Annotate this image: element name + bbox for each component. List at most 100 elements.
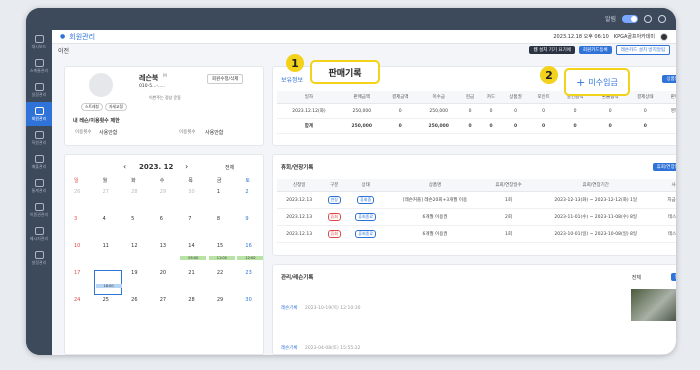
- event-bar[interactable]: 18:00: [95, 284, 122, 288]
- table-row[interactable]: 2023.12.12(화)250,0000250,0000000000영업주: [277, 103, 676, 119]
- table-cell: 2023.12.13: [277, 225, 322, 243]
- sidebar-item-schedule[interactable]: 스케줄관리: [26, 54, 52, 78]
- sub-header: 이전 웹 설치 기기 요기에 회원카드등록 레슨카드 설치 방지알림: [52, 44, 676, 56]
- calendar-day[interactable]: 30: [236, 297, 265, 322]
- calendar-day[interactable]: 18 18:00: [93, 270, 123, 295]
- next-month-icon[interactable]: ›: [185, 162, 188, 171]
- table-cell: 6개월 이용권: [384, 225, 486, 243]
- record-thumbnail[interactable]: [631, 289, 676, 321]
- calendar-day[interactable]: 28: [179, 297, 208, 322]
- table-row[interactable]: 2023.12.13 휴회 휴회종료 6개월 이용권 2회 2023-11-01(수) ~…: [277, 208, 676, 226]
- event-bar[interactable]: 12:00: [237, 256, 264, 260]
- field-2-select[interactable]: 사용안함: [205, 129, 223, 136]
- table-row[interactable]: 합계 250,000 0 250,000 0 0 0 0 0 0 0: [277, 118, 676, 134]
- calendar-day[interactable]: 27: [151, 297, 180, 322]
- calendar-day[interactable]: 24: [65, 297, 94, 322]
- table-cell: 0: [459, 103, 481, 119]
- calendar-day[interactable]: 22: [208, 270, 237, 295]
- event-bar[interactable]: 11:00: [208, 256, 235, 260]
- calendar-day[interactable]: 16 12:00: [236, 243, 265, 268]
- weekday-label: 토: [245, 178, 251, 184]
- notification-toggle[interactable]: [622, 14, 638, 23]
- calendar-day[interactable]: 1: [208, 189, 237, 214]
- plus-icon: +: [576, 75, 586, 89]
- calendar-day[interactable]: 6: [151, 216, 180, 241]
- calendar-day[interactable]: 10: [65, 243, 94, 268]
- calendar-day[interactable]: 28: [122, 189, 151, 214]
- sidebar-item-messages[interactable]: 메시지관리: [26, 222, 52, 246]
- header-center[interactable]: KPGA골프아카데미: [614, 33, 655, 40]
- lesson-card-button[interactable]: 레슨카드 설치 방지알림: [615, 45, 670, 55]
- calendar-day[interactable]: 30: [179, 189, 208, 214]
- sidebar-item-sales[interactable]: 매출관리: [26, 150, 52, 174]
- memo-text: 이번주는 정상 운동: [149, 95, 181, 100]
- calendar-day[interactable]: 2: [236, 189, 265, 214]
- sidebar-item-stats[interactable]: 통계관리: [26, 174, 52, 198]
- table-row[interactable]: 2023.12.13 연장 휴회중 [레슨커플] 레슨20회+3개월 이용 1회 2023…: [277, 191, 676, 209]
- calendar-day[interactable]: 27: [94, 189, 123, 214]
- calendar-day[interactable]: 11: [94, 243, 123, 268]
- dashboard-icon: [34, 34, 44, 43]
- sidebar-item-members[interactable]: 회원관리: [26, 102, 52, 126]
- table-row[interactable]: 2023.12.13 휴회 휴회종료 6개월 이용권 1회 2023-10-01(일) ~…: [277, 225, 676, 243]
- table-cell: 250,000: [417, 118, 460, 134]
- settings-icon[interactable]: [658, 14, 666, 23]
- calendar-day[interactable]: 29: [151, 189, 180, 214]
- web-install-button[interactable]: 웹 설치 기기 요기에: [529, 46, 575, 54]
- calendar-day[interactable]: 19: [122, 270, 151, 295]
- sidebar-item-settings[interactable]: 설정관리: [26, 246, 52, 270]
- table-cell: 0: [592, 118, 628, 134]
- calendar-day[interactable]: 26: [65, 189, 94, 214]
- avatar[interactable]: [660, 32, 668, 41]
- hold-col-1: 구분: [321, 179, 348, 192]
- field-1-select[interactable]: 사용안함: [99, 129, 117, 136]
- calendar-day[interactable]: 25: [94, 297, 123, 322]
- edit-member-button[interactable]: 회원수정/삭제: [207, 74, 244, 84]
- sales-tab[interactable]: 보유정보: [281, 75, 303, 84]
- calendar-day[interactable]: 7: [179, 216, 208, 241]
- calendar-day[interactable]: 13: [151, 243, 180, 268]
- calendar-day[interactable]: 4: [94, 216, 123, 241]
- calendar-day[interactable]: 8: [208, 216, 237, 241]
- callout-1-number: 1: [286, 54, 304, 72]
- calendar-day[interactable]: 26: [122, 297, 151, 322]
- user-icon[interactable]: [644, 14, 652, 23]
- sidebar-item-staff[interactable]: 직원관리: [26, 126, 52, 150]
- calendar-month: 2023. 12: [139, 163, 174, 171]
- calendar-day[interactable]: 21: [179, 270, 208, 295]
- sidebar-item-dashboard[interactable]: 대시보드: [26, 30, 52, 54]
- calendar-day[interactable]: 15 11:00: [208, 243, 237, 268]
- status-badge: 휴회중: [357, 196, 375, 204]
- calendar-day[interactable]: 3: [65, 216, 94, 241]
- calendar-day[interactable]: 17: [65, 270, 94, 295]
- back-link[interactable]: 이전: [58, 46, 69, 55]
- callout-2-number: 2: [540, 66, 558, 84]
- calendar-day[interactable]: 20: [151, 270, 180, 295]
- clipboard-icon: [34, 82, 44, 91]
- event-bar[interactable]: 05:00: [180, 256, 207, 260]
- calendar-day[interactable]: 12: [122, 243, 151, 268]
- profile-card: 레슨북 M 010-5...-..... 회원수정/삭제 이번주는 정상 운동 …: [64, 66, 264, 146]
- prev-month-icon[interactable]: ‹: [123, 162, 126, 171]
- member-card-button[interactable]: 회원카드등록: [578, 46, 612, 54]
- calendar-filter[interactable]: 전체: [225, 164, 234, 171]
- add-product-button[interactable]: 상품등록: [662, 75, 676, 83]
- calendar-day[interactable]: 29: [208, 297, 237, 322]
- add-record-button[interactable]: 등록: [670, 273, 676, 281]
- calendar-day[interactable]: 9: [236, 216, 265, 241]
- calendar-day[interactable]: 5: [122, 216, 151, 241]
- records-filter[interactable]: 전체: [632, 274, 641, 281]
- calendar-day[interactable]: 14 05:00: [179, 243, 208, 268]
- sidebar-item-plan[interactable]: 일정관리: [26, 78, 52, 102]
- calendar-day[interactable]: 23: [236, 270, 265, 295]
- weekday-label: 금: [216, 178, 222, 184]
- sidebar-item-passes[interactable]: 이용권관리: [26, 198, 52, 222]
- record-2-type[interactable]: 레슨기록: [281, 345, 298, 351]
- table-cell: 0: [557, 103, 593, 119]
- table-cell: 0: [480, 103, 502, 119]
- page-header: ● 회원관리 2023.12.18 오후 06:10 KPGA골프아카데미: [52, 30, 676, 44]
- table-cell: 0: [501, 103, 530, 119]
- records-title: 관리/레슨기록: [281, 275, 314, 281]
- add-hold-button[interactable]: 휴회/연장등록: [652, 163, 676, 171]
- record-1-type[interactable]: 레슨기록: [281, 305, 298, 311]
